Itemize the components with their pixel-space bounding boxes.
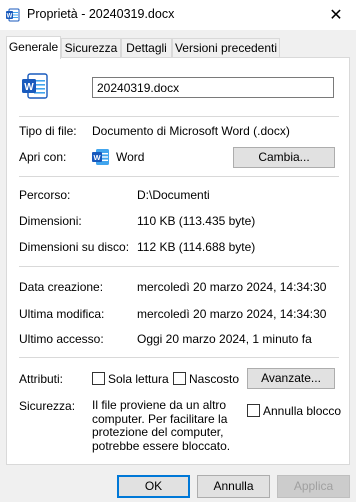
ok-button[interactable]: OK	[117, 475, 190, 498]
readonly-checkbox[interactable]	[92, 372, 105, 385]
modified-value: mercoledì 20 marzo 2024, 14:34:30	[137, 307, 327, 321]
svg-text:W: W	[24, 82, 34, 93]
path-value: D:\Documenti	[137, 188, 210, 202]
security-text-line: potrebbe essere bloccato.	[92, 438, 231, 453]
svg-text:W: W	[93, 153, 101, 162]
disk-size-value: 112 KB (114.688 byte)	[137, 240, 256, 254]
unblock-label[interactable]: Annulla blocco	[263, 404, 341, 418]
path-label: Percorso:	[19, 188, 71, 202]
separator	[19, 266, 339, 267]
file-type-value: Documento di Microsoft Word (.docx)	[92, 124, 290, 138]
tab-general[interactable]: Generale	[6, 36, 61, 59]
separator	[19, 116, 339, 117]
apply-button[interactable]: Applica	[277, 475, 350, 498]
file-name-field[interactable]	[92, 77, 334, 98]
file-type-label: Tipo di file:	[19, 124, 77, 138]
open-with-label: Apri con:	[19, 150, 67, 164]
close-icon: ✕	[329, 7, 343, 24]
word-doc-icon: W	[6, 8, 20, 22]
properties-window: W Proprietà - 20240319.docx ✕ Generale S…	[0, 0, 356, 502]
tab-previous-versions[interactable]: Versioni precedenti	[172, 38, 280, 57]
attributes-label: Attributi:	[19, 372, 64, 386]
window-title: Proprietà - 20240319.docx	[27, 7, 175, 21]
hidden-checkbox[interactable]	[173, 372, 186, 385]
security-text-line: Il file proviene da un altro	[92, 398, 227, 412]
created-value: mercoledì 20 marzo 2024, 14:34:30	[137, 280, 327, 294]
general-panel: W Tipo di file: Documento di Microsoft W…	[6, 57, 350, 465]
cancel-button[interactable]: Annulla	[197, 475, 270, 498]
security-label: Sicurezza:	[19, 399, 76, 413]
separator	[19, 357, 339, 358]
modified-label: Ultima modifica:	[19, 307, 105, 321]
security-message: Il file proviene da un altro computer. P…	[92, 398, 231, 453]
created-label: Data creazione:	[19, 280, 104, 294]
disk-size-label: Dimensioni su disco:	[19, 240, 130, 254]
svg-text:W: W	[7, 14, 13, 20]
size-label: Dimensioni:	[19, 214, 82, 228]
advanced-button[interactable]: Avanzate...	[247, 368, 335, 389]
security-text-line: computer. Per facilitare la	[92, 411, 228, 426]
unblock-checkbox[interactable]	[247, 404, 260, 417]
change-button[interactable]: Cambia...	[233, 147, 335, 168]
title-bar: W Proprietà - 20240319.docx ✕	[0, 0, 356, 30]
security-text-line: protezione del computer,	[92, 425, 224, 439]
accessed-value: Oggi 20 marzo 2024, 1 minuto fa	[137, 332, 312, 346]
hidden-label[interactable]: Nascosto	[189, 372, 239, 386]
readonly-label[interactable]: Sola lettura	[108, 372, 169, 386]
tab-security[interactable]: Sicurezza	[61, 38, 121, 57]
word-doc-icon: W	[22, 73, 48, 99]
size-value: 110 KB (113.435 byte)	[137, 214, 256, 228]
tab-strip: Generale Sicurezza Dettagli Versioni pre…	[6, 36, 350, 59]
separator	[19, 176, 339, 177]
word-app-icon: W	[92, 149, 109, 165]
tab-details[interactable]: Dettagli	[121, 38, 172, 57]
accessed-label: Ultimo accesso:	[19, 332, 104, 346]
open-with-app-name: Word	[116, 150, 145, 164]
close-button[interactable]: ✕	[316, 0, 356, 30]
